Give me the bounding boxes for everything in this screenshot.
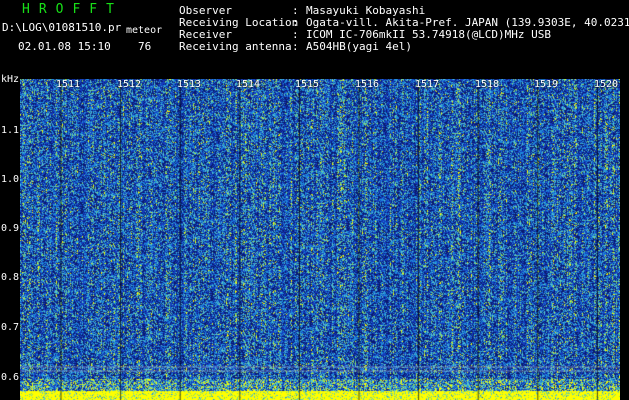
- y-tick-label: 0.8: [1, 272, 20, 283]
- date-time: 02.01.08 15:10: [18, 40, 111, 53]
- x-tick-label: 1516: [355, 79, 380, 90]
- file-path: D:\LOG\01081510.pr: [2, 21, 122, 34]
- meteor-label: meteor: [126, 25, 163, 36]
- y-axis-unit: kHz: [1, 74, 20, 85]
- y-tick-label: 1.1: [1, 125, 20, 136]
- count: 76: [138, 40, 152, 53]
- x-tick-label: 1517: [415, 79, 440, 90]
- info-antenna: Receiving antenna: A504HB(yagi 4el): [179, 40, 412, 53]
- info-sep: :: [292, 40, 299, 53]
- x-tick-label: 1518: [475, 79, 500, 90]
- x-tick-label: 1515: [295, 79, 320, 90]
- x-tick-label: 1519: [534, 79, 559, 90]
- app-title: HROFFT: [22, 2, 123, 17]
- info-value: A504HB(yagi 4el): [306, 40, 412, 53]
- y-tick-label: 1.0: [1, 174, 20, 185]
- info-label: Receiving antenna: [179, 40, 292, 53]
- spectrogram[interactable]: [20, 79, 620, 400]
- y-tick-label: 0.7: [1, 322, 20, 333]
- x-tick-label: 1511: [56, 79, 81, 90]
- y-tick-label: 0.9: [1, 223, 20, 234]
- x-tick-label: 1513: [177, 79, 202, 90]
- y-tick-label: 0.6: [1, 372, 20, 383]
- x-tick-label: 1520: [594, 79, 619, 90]
- x-tick-label: 1514: [236, 79, 261, 90]
- x-tick-label: 1512: [117, 79, 142, 90]
